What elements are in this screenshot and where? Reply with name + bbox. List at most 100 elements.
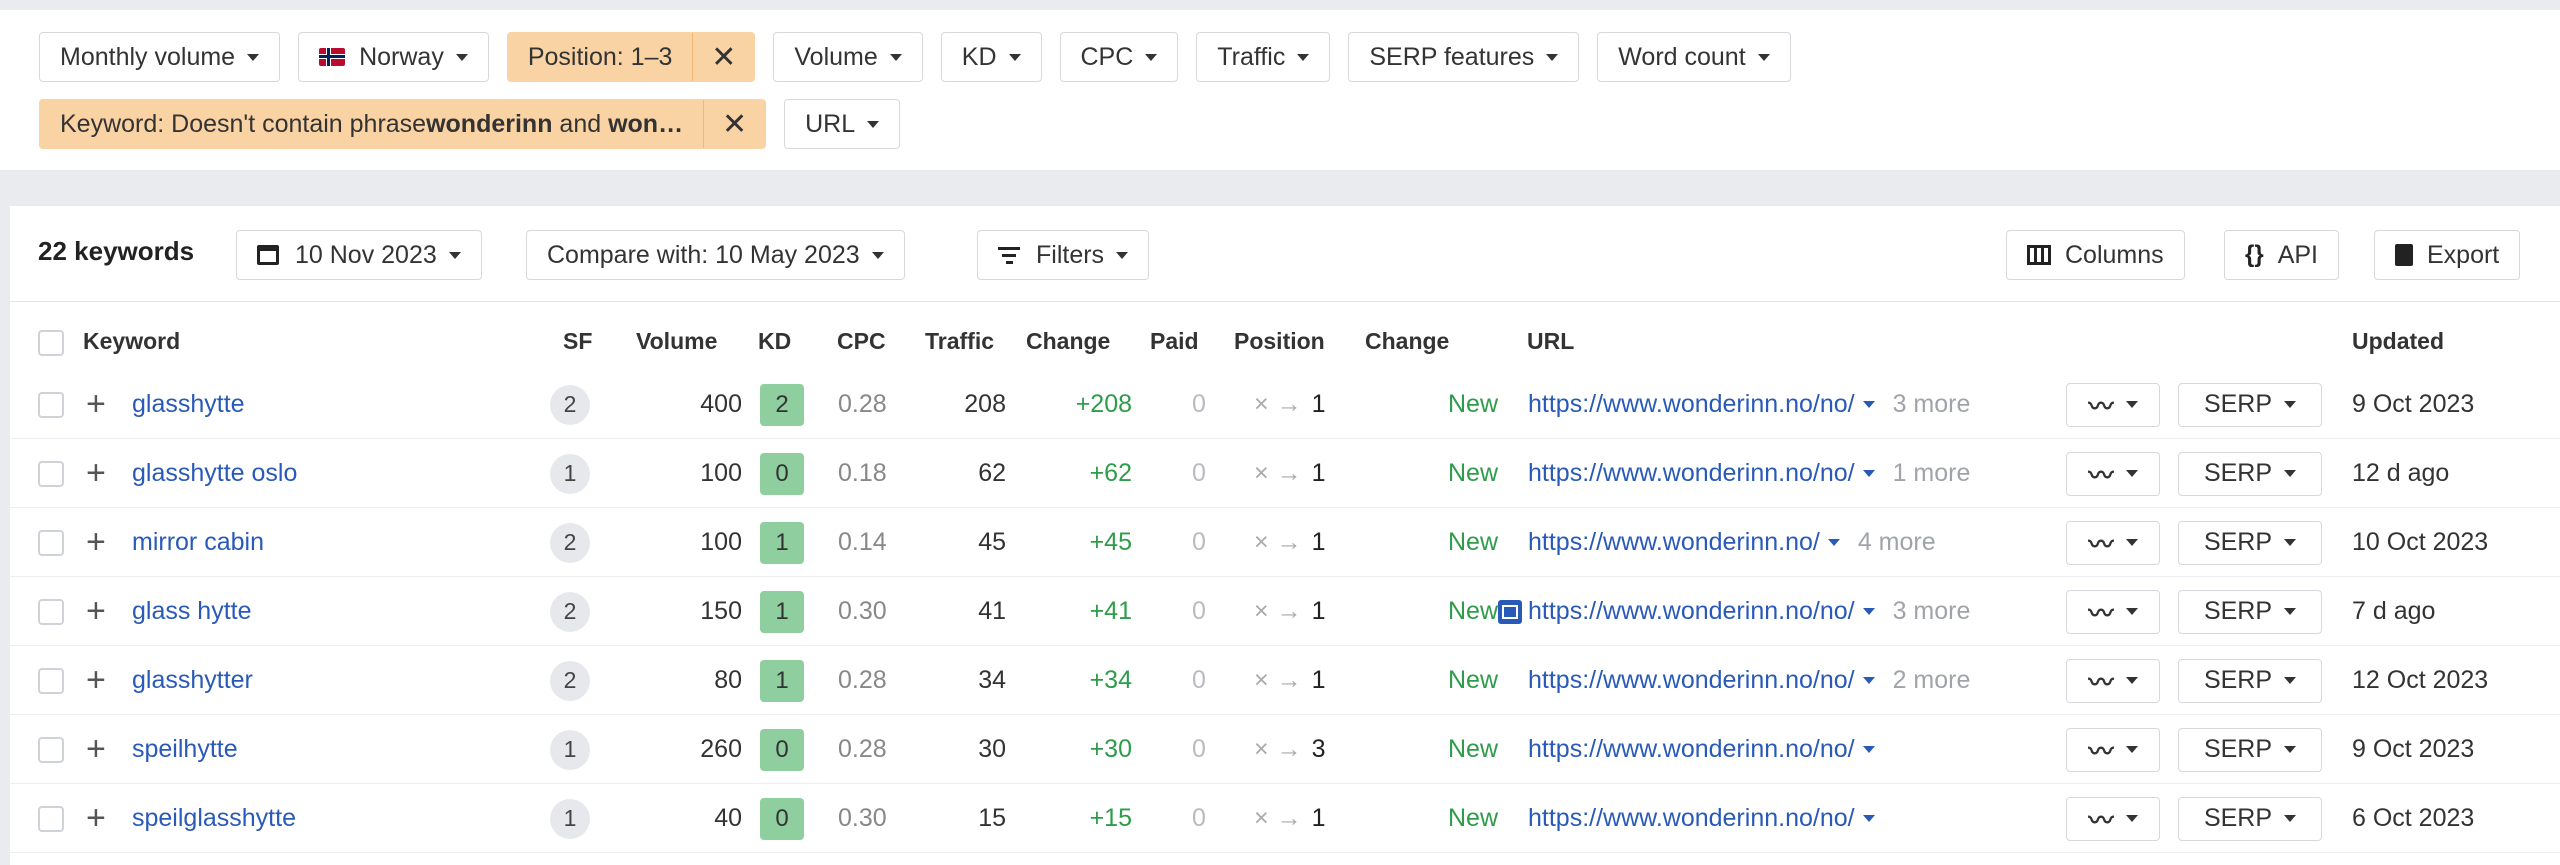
keyword-link[interactable]: speilglasshytte: [132, 784, 552, 853]
row-checkbox[interactable]: [38, 391, 64, 418]
filter-word-count-button[interactable]: Word count: [1597, 32, 1791, 82]
row-checkbox[interactable]: [38, 460, 64, 487]
col-updated[interactable]: Updated: [2352, 328, 2444, 355]
columns-button[interactable]: Columns: [2006, 230, 2185, 280]
position-history-button[interactable]: 〰: [2066, 451, 2160, 496]
col-url[interactable]: URL: [1527, 328, 1574, 355]
serp-features-badge[interactable]: 1: [550, 453, 590, 494]
position-history-button[interactable]: 〰: [2066, 796, 2160, 841]
row-checkbox[interactable]: [38, 667, 64, 694]
row-checkbox-cell[interactable]: [38, 439, 68, 508]
serp-button[interactable]: SERP: [2178, 589, 2322, 634]
row-checkbox[interactable]: [38, 805, 64, 832]
filters-button[interactable]: Filters: [977, 230, 1150, 280]
serp-button[interactable]: SERP: [2178, 520, 2322, 565]
url-chevron-down-icon[interactable]: [1827, 539, 1840, 546]
url-link[interactable]: https://www.wonderinn.no/no/: [1528, 735, 1855, 764]
url-link[interactable]: https://www.wonderinn.no/no/: [1528, 804, 1855, 833]
url-chevron-down-icon[interactable]: [1862, 815, 1875, 822]
row-checkbox-cell[interactable]: [38, 784, 68, 853]
row-checkbox[interactable]: [38, 529, 64, 556]
serp-features-badge[interactable]: 2: [550, 522, 590, 563]
more-urls-link[interactable]: 4 more: [1858, 528, 1936, 557]
col-kd[interactable]: KD: [758, 328, 791, 355]
add-to-list-icon[interactable]: +: [86, 577, 116, 646]
remove-filter-icon[interactable]: ✕: [703, 100, 765, 148]
serp-features-badge[interactable]: 1: [550, 798, 590, 839]
serp-button[interactable]: SERP: [2178, 658, 2322, 703]
keyword-link[interactable]: glasshytter: [132, 646, 552, 715]
keyword-link[interactable]: speilhytte: [132, 715, 552, 784]
col-change[interactable]: Change: [1026, 328, 1110, 355]
row-checkbox-cell[interactable]: [38, 370, 68, 439]
keyword-link[interactable]: glass hytte: [132, 577, 552, 646]
api-button[interactable]: {} API: [2224, 230, 2339, 280]
col-sf[interactable]: SF: [563, 328, 592, 355]
more-urls-link[interactable]: 2 more: [1893, 666, 1971, 695]
row-checkbox-cell[interactable]: [38, 646, 68, 715]
filter-cpc-button[interactable]: CPC: [1059, 32, 1179, 82]
compare-date-button[interactable]: Compare with: 10 May 2023: [526, 230, 905, 280]
serp-features-badge[interactable]: 2: [550, 591, 590, 632]
keyword-link[interactable]: glasshytte oslo: [132, 439, 552, 508]
url-link[interactable]: https://www.wonderinn.no/no/: [1528, 390, 1855, 419]
filter-monthly-volume-button[interactable]: Monthly volume: [39, 32, 281, 82]
export-button[interactable]: Export: [2374, 230, 2521, 280]
filter-position-1-3-button[interactable]: Position: 1–3 ✕: [506, 32, 756, 82]
url-link[interactable]: https://www.wonderinn.no/no/: [1528, 597, 1855, 626]
col-traffic[interactable]: Traffic: [925, 328, 994, 355]
col-position-change[interactable]: Change: [1365, 328, 1449, 355]
row-checkbox-cell[interactable]: [38, 577, 68, 646]
serp-features-badge[interactable]: 2: [550, 384, 590, 425]
url-link[interactable]: https://www.wonderinn.no/: [1528, 528, 1820, 557]
filter-serp-features-button[interactable]: SERP features: [1348, 32, 1580, 82]
add-to-list-icon[interactable]: +: [86, 370, 116, 439]
serp-features-badge[interactable]: 1: [550, 729, 590, 770]
add-to-list-icon[interactable]: +: [86, 715, 116, 784]
col-cpc[interactable]: CPC: [837, 328, 886, 355]
serp-button[interactable]: SERP: [2178, 727, 2322, 772]
url-link[interactable]: https://www.wonderinn.no/no/: [1528, 666, 1855, 695]
serp-button[interactable]: SERP: [2178, 382, 2322, 427]
row-checkbox-cell[interactable]: [38, 508, 68, 577]
url-chevron-down-icon[interactable]: [1862, 608, 1875, 615]
filter-traffic-button[interactable]: Traffic: [1196, 32, 1331, 82]
position-history-button[interactable]: 〰: [2066, 727, 2160, 772]
url-chevron-down-icon[interactable]: [1862, 746, 1875, 753]
row-checkbox[interactable]: [38, 736, 64, 763]
date-picker-button[interactable]: 10 Nov 2023: [236, 230, 482, 280]
add-to-list-icon[interactable]: +: [86, 508, 116, 577]
remove-filter-icon[interactable]: ✕: [692, 33, 754, 81]
url-chevron-down-icon[interactable]: [1862, 470, 1875, 477]
select-all-checkbox[interactable]: [38, 330, 64, 356]
filter-norway-button[interactable]: Norway: [298, 32, 489, 82]
keyword-filter-chip[interactable]: Keyword: Doesn't contain phrase wonderin…: [39, 99, 767, 149]
url-link[interactable]: https://www.wonderinn.no/no/: [1528, 459, 1855, 488]
row-checkbox-cell[interactable]: [38, 715, 68, 784]
col-paid[interactable]: Paid: [1150, 328, 1199, 355]
position-history-button[interactable]: 〰: [2066, 589, 2160, 634]
more-urls-link[interactable]: 3 more: [1893, 390, 1971, 419]
filter-volume-button[interactable]: Volume: [773, 32, 923, 82]
position-history-button[interactable]: 〰: [2066, 520, 2160, 565]
keyword-link[interactable]: mirror cabin: [132, 508, 552, 577]
col-position[interactable]: Position: [1234, 328, 1325, 355]
col-volume[interactable]: Volume: [636, 328, 717, 355]
more-urls-link[interactable]: 3 more: [1893, 597, 1971, 626]
row-checkbox[interactable]: [38, 598, 64, 625]
more-urls-link[interactable]: 1 more: [1893, 459, 1971, 488]
serp-features-badge[interactable]: 2: [550, 660, 590, 701]
position-history-button[interactable]: 〰: [2066, 382, 2160, 427]
add-to-list-icon[interactable]: +: [86, 646, 116, 715]
add-to-list-icon[interactable]: +: [86, 784, 116, 853]
position-history-button[interactable]: 〰: [2066, 658, 2160, 703]
serp-button[interactable]: SERP: [2178, 796, 2322, 841]
url-chevron-down-icon[interactable]: [1862, 677, 1875, 684]
add-to-list-icon[interactable]: +: [86, 439, 116, 508]
url-chevron-down-icon[interactable]: [1862, 401, 1875, 408]
url-filter-button[interactable]: URL: [784, 99, 901, 149]
col-keyword[interactable]: Keyword: [83, 328, 180, 355]
filter-kd-button[interactable]: KD: [940, 32, 1042, 82]
keyword-link[interactable]: glasshytte: [132, 370, 552, 439]
serp-button[interactable]: SERP: [2178, 451, 2322, 496]
